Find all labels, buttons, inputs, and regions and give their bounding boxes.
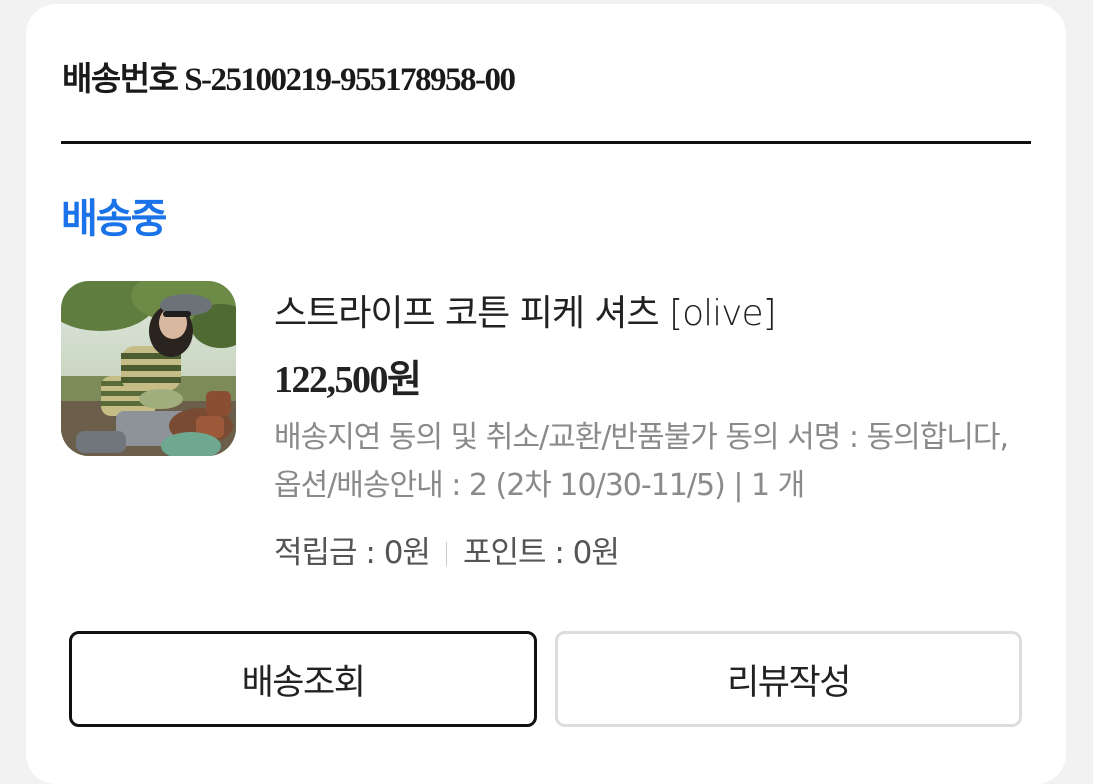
divider xyxy=(61,141,1031,144)
shipment-number: 배송번호 S-25100219-955178958-00 xyxy=(62,62,516,98)
product-name[interactable]: 스트라이프 코튼 피케 셔츠 [olive] xyxy=(274,284,777,336)
write-review-label: 리뷰작성 xyxy=(727,662,851,703)
points-amount: 포인트 : 0원 xyxy=(462,535,620,571)
delivery-status: 배송중 xyxy=(61,196,167,242)
write-review-button[interactable]: 리뷰작성 xyxy=(555,631,1022,727)
track-delivery-label: 배송조회 xyxy=(241,662,366,703)
track-delivery-button[interactable]: 배송조회 xyxy=(69,631,537,727)
product-price: 122,500원 xyxy=(274,359,422,401)
reserve-amount: 적립금 : 0원 xyxy=(274,535,431,571)
order-card: 배송번호 S-25100219-955178958-00 배송중 스트라이프 코… xyxy=(26,4,1066,784)
product-options: 배송지연 동의 및 취소/교환/반품불가 동의 서명 : 동의합니다, 옵션/배… xyxy=(274,420,1009,503)
product-thumbnail[interactable] xyxy=(61,281,236,456)
rewards-row: 적립금 : 0원 포인트 : 0원 xyxy=(274,527,620,572)
rewards-separator xyxy=(445,541,447,566)
product-photo-image xyxy=(61,281,236,456)
